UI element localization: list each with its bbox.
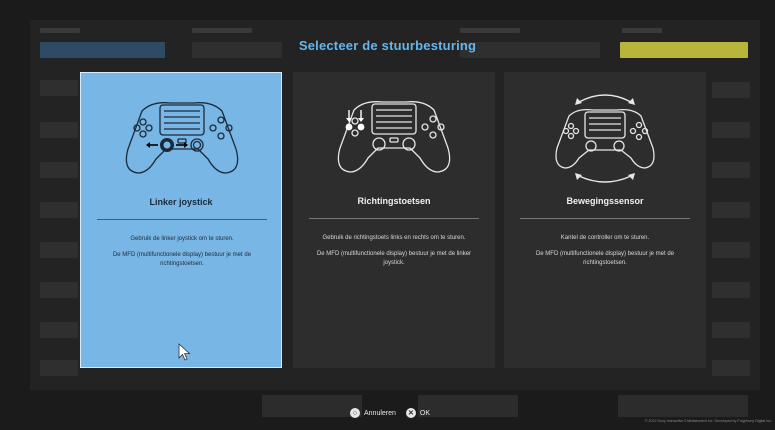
option-title: Richtingstoetsen xyxy=(357,196,431,206)
bg-field xyxy=(40,242,78,258)
bg-label xyxy=(460,28,520,33)
controller-left-stick-icon xyxy=(125,102,239,174)
cross-button-icon: ✕ xyxy=(405,408,416,418)
footer-controls: ○ Annuleren ✕ OK xyxy=(350,407,440,419)
option-title: Bewegingssensor xyxy=(566,196,644,206)
option-title: Linker joystick xyxy=(149,197,213,207)
bg-field xyxy=(40,80,78,96)
bg-field xyxy=(712,282,750,298)
ok-label: OK xyxy=(419,409,431,417)
dialog-title: Selecteer de stuurbesturing xyxy=(298,38,477,53)
divider xyxy=(97,219,267,220)
cancel-button[interactable]: ○ Annuleren xyxy=(350,408,396,418)
bg-button xyxy=(618,395,748,417)
pointer-cursor-icon xyxy=(178,343,191,361)
divider xyxy=(309,218,479,219)
description-line: Gebruik de linker joystick om te sturen. xyxy=(130,236,234,242)
description-line: De MFD (multifunctionele display) bestuu… xyxy=(535,250,675,267)
option-card-dpad[interactable]: Richtingstoetsen Gebruik de richtingstoe… xyxy=(293,72,495,368)
description-line: De MFD (multifunctionele display) bestuu… xyxy=(316,250,472,267)
option-description: Kantel de controller om te sturen. De MF… xyxy=(518,234,692,275)
bg-field xyxy=(712,360,750,376)
bg-label xyxy=(192,28,252,33)
cancel-label: Annuleren xyxy=(364,409,396,417)
circle-button-icon: ○ xyxy=(350,408,360,418)
divider xyxy=(520,218,690,219)
bg-field xyxy=(40,122,78,138)
option-description: Gebruik de richtingstoets links en recht… xyxy=(307,234,481,275)
option-card-left-stick[interactable]: Linker joystick Gebruik de linker joysti… xyxy=(80,72,282,368)
ok-button[interactable]: ✕ OK xyxy=(405,408,431,418)
bg-field xyxy=(712,202,750,218)
bg-field xyxy=(40,322,78,338)
bg-field xyxy=(40,202,78,218)
bg-field xyxy=(40,162,78,178)
copyright-text: © 2019 Sony Interactive Entertainment In… xyxy=(644,419,772,423)
option-description: Gebruik de linker joystick om te sturen.… xyxy=(95,235,269,276)
controller-dpad-icon xyxy=(337,101,451,173)
bg-field xyxy=(712,82,750,98)
bg-field xyxy=(712,322,750,338)
bg-field xyxy=(40,282,78,298)
bg-field xyxy=(712,242,750,258)
bg-label xyxy=(622,28,662,33)
bg-field xyxy=(712,122,750,138)
bg-field xyxy=(712,162,750,178)
bg-label xyxy=(40,28,80,33)
bg-button xyxy=(262,395,362,417)
description-line: Kantel de controller om te sturen. xyxy=(560,235,650,241)
controller-motion-icon xyxy=(555,94,655,183)
description-line: Gebruik de richtingstoets links en recht… xyxy=(322,235,466,241)
bg-field xyxy=(40,360,78,376)
option-card-motion-sensor[interactable]: Bewegingssensor Kantel de controller om … xyxy=(504,72,706,368)
description-line: De MFD (multifunctionele display) bestuu… xyxy=(112,251,252,268)
